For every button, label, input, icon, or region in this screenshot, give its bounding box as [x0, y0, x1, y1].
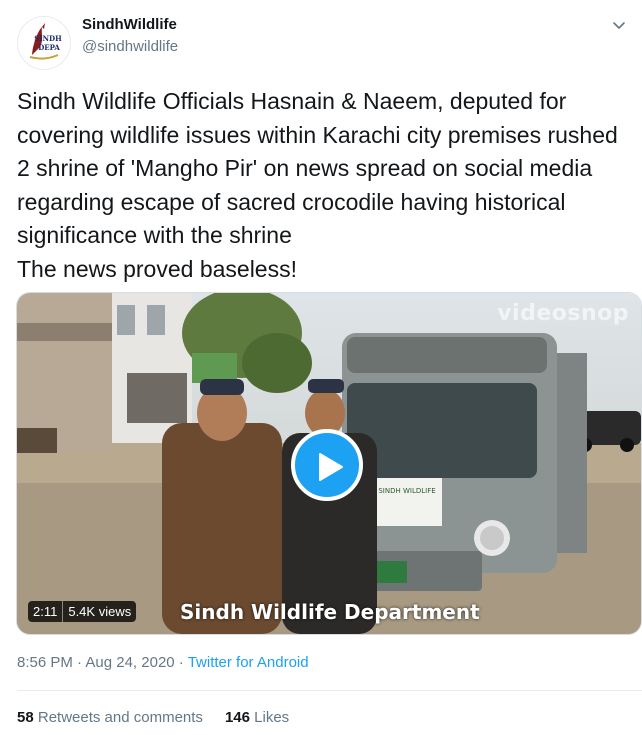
avatar[interactable]: SINDH DEPA: [17, 16, 71, 70]
retweets-label: Retweets and comments: [37, 709, 203, 726]
retweets-stat[interactable]: 58 Retweets and comments: [17, 709, 203, 726]
tweet-source-link[interactable]: Twitter for Android: [188, 654, 309, 671]
play-icon: [319, 453, 343, 481]
divider: [17, 690, 642, 691]
video-caption: Sindh Wildlife Department: [180, 600, 480, 624]
sindh-wildlife-logo: SINDH DEPA: [18, 17, 70, 69]
tweet-date[interactable]: Aug 24, 2020: [85, 654, 174, 671]
tweet-stats: 58 Retweets and comments 146 Likes: [17, 709, 289, 726]
likes-stat[interactable]: 146 Likes: [225, 709, 289, 726]
retweets-count: 58: [17, 709, 34, 726]
video-player[interactable]: SINDH WILDLIFE videosnop Sindh Wildlife …: [16, 292, 642, 635]
chevron-down-icon[interactable]: [610, 16, 628, 34]
video-info-badges: 2:11 5.4K views: [28, 601, 137, 622]
tweet-meta: 8:56 PM · Aug 24, 2020 · Twitter for And…: [17, 654, 309, 671]
meta-separator-2: ·: [174, 654, 188, 671]
video-watermark: videosnop: [497, 301, 629, 326]
display-name[interactable]: SindhWildlife: [82, 16, 177, 33]
likes-count: 146: [224, 709, 250, 726]
play-button[interactable]: [291, 429, 363, 501]
user-handle[interactable]: @sindhwildlife: [82, 38, 178, 55]
tweet-time[interactable]: 8:56 PM: [17, 654, 73, 671]
svg-text:SINDH: SINDH: [34, 34, 62, 43]
video-duration: 2:11: [28, 601, 63, 622]
svg-text:SINDH WILDLIFE: SINDH WILDLIFE: [378, 487, 435, 495]
svg-text:DEPA: DEPA: [38, 43, 60, 52]
tweet-text: Sindh Wildlife Officials Hasnain & Naeem…: [17, 88, 618, 282]
video-views: 5.4K views: [62, 601, 137, 622]
meta-separator: ·: [72, 654, 86, 671]
likes-label: Likes: [254, 709, 290, 726]
